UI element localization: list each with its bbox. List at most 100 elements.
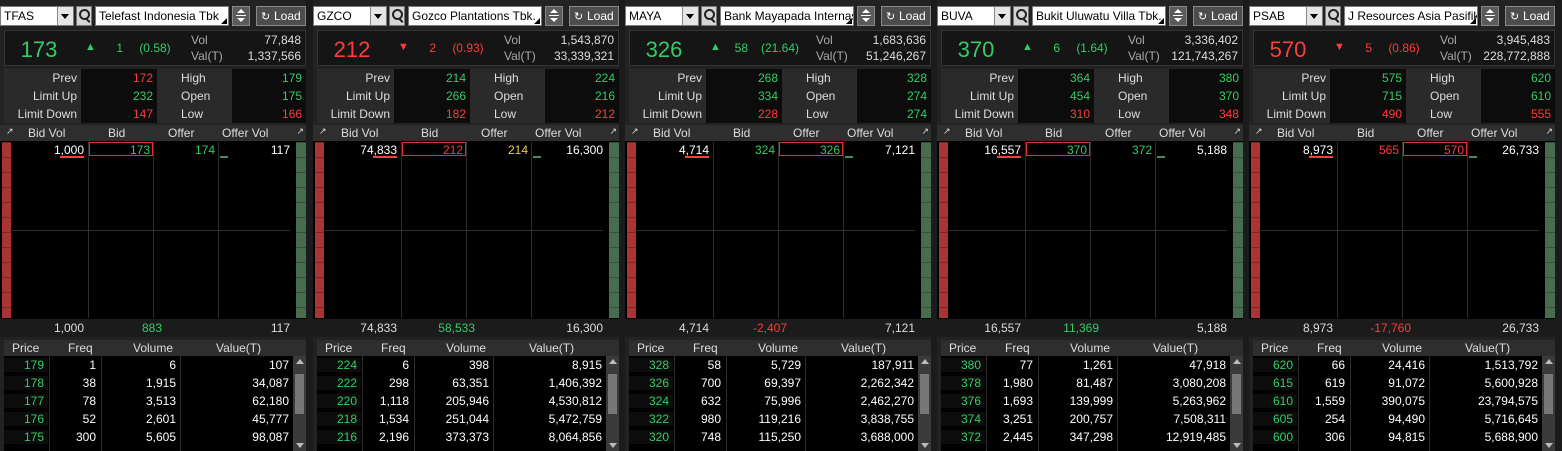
resize-icon[interactable]: ↗ — [1255, 126, 1263, 137]
search-button[interactable] — [76, 6, 92, 26]
table-row[interactable]: 176 52 2,601 45,777 — [4, 411, 292, 428]
table-row[interactable]: 380 77 1,261 47,918 — [941, 357, 1229, 374]
stock-name-field[interactable]: J Resources Asia Pasifik — [1344, 6, 1478, 26]
table-row[interactable]: 177 78 3,513 62,180 — [4, 393, 292, 410]
scroll-up-icon[interactable] — [1233, 359, 1241, 364]
table-scrollbar[interactable] — [1542, 356, 1555, 451]
table-row[interactable]: 324 632 75,996 2,462,270 — [629, 393, 917, 410]
resize-icon[interactable]: ↗ — [943, 126, 951, 137]
last-price: 370 — [957, 37, 995, 62]
scroll-down-icon[interactable] — [1233, 443, 1241, 448]
table-row[interactable]: 374 3,251 200,757 7,508,311 — [941, 411, 1229, 428]
trade-value: 4,530,812 — [548, 394, 602, 408]
chevron-down-icon[interactable] — [682, 7, 698, 25]
scroll-up-icon[interactable] — [921, 359, 929, 364]
load-button[interactable]: ↻ Load — [569, 6, 619, 26]
table-row[interactable]: 376 1,693 139,999 5,263,962 — [941, 393, 1229, 410]
load-button[interactable]: ↻ Load — [1193, 6, 1243, 26]
table-row[interactable]: 220 1,118 205,946 4,530,812 — [317, 393, 605, 410]
arrow-down-shape — [237, 18, 245, 22]
expand-collapse-button[interactable] — [857, 6, 875, 26]
scroll-up-icon[interactable] — [609, 359, 617, 364]
scroll-down-icon[interactable] — [296, 443, 304, 448]
scroll-up-icon[interactable] — [296, 359, 304, 364]
scroll-thumb[interactable] — [295, 374, 304, 414]
scroll-thumb[interactable] — [920, 374, 929, 414]
scroll-down-icon[interactable] — [1545, 443, 1553, 448]
table-row[interactable]: 224 6 398 8,915 — [317, 357, 605, 374]
stock-name-field[interactable]: Bukit Uluwatu Villa Tbk. — [1032, 6, 1166, 26]
chevron-down-icon[interactable] — [994, 7, 1010, 25]
trade-price: 178 — [4, 376, 48, 390]
resize-icon[interactable]: ↗ — [1545, 126, 1553, 137]
expand-collapse-button[interactable] — [1481, 6, 1499, 26]
resize-icon[interactable]: ↗ — [296, 126, 304, 137]
table-row[interactable]: 216 2,196 373,373 8,064,856 — [317, 429, 605, 446]
scroll-thumb[interactable] — [1544, 374, 1553, 414]
bid-volume: 1,000 — [53, 143, 84, 157]
chevron-down-icon[interactable] — [57, 7, 73, 25]
resize-icon[interactable]: ↗ — [921, 126, 929, 137]
scroll-down-icon[interactable] — [609, 443, 617, 448]
depth-tick — [315, 262, 324, 263]
trade-price: 380 — [941, 358, 985, 372]
table-row[interactable]: 610 1,559 390,075 23,794,575 — [1253, 393, 1541, 410]
search-button[interactable] — [1325, 6, 1341, 26]
resize-icon[interactable]: ↗ — [609, 126, 617, 137]
chevron-down-icon[interactable] — [370, 7, 386, 25]
stock-code-select[interactable]: TFAS — [0, 6, 74, 26]
trade-value: 3,838,755 — [860, 412, 914, 426]
trade-volume: 139,999 — [1069, 394, 1113, 408]
stock-code-select[interactable]: MAYA — [625, 6, 699, 26]
stock-name-field[interactable]: Gozco Plantations Tbk. — [408, 6, 542, 26]
search-button[interactable] — [1013, 6, 1029, 26]
scroll-up-icon[interactable] — [1545, 359, 1553, 364]
table-scrollbar[interactable] — [606, 356, 619, 451]
expand-collapse-button[interactable] — [232, 6, 250, 26]
table-row[interactable]: 372 2,445 347,298 12,919,485 — [941, 429, 1229, 446]
panel-toolbar: MAYA Bank Mayapada Internasional ↻Load — [625, 5, 931, 27]
table-row[interactable]: 615 619 91,072 5,600,928 — [1253, 375, 1541, 392]
table-row[interactable]: 175 300 5,605 98,087 — [4, 429, 292, 446]
resize-icon[interactable]: ↗ — [631, 126, 639, 137]
stock-code-select[interactable]: PSAB — [1249, 6, 1323, 26]
stock-name-field[interactable]: Telefast Indonesia Tbk — [95, 6, 229, 26]
table-scrollbar[interactable] — [918, 356, 931, 451]
load-button[interactable]: ↻ Load — [256, 6, 306, 26]
table-row[interactable]: 378 1,980 81,487 3,080,208 — [941, 375, 1229, 392]
resize-icon[interactable]: ↗ — [1233, 126, 1241, 137]
table-scrollbar[interactable] — [293, 356, 306, 451]
table-row[interactable]: 328 58 5,729 187,911 — [629, 357, 917, 374]
stock-name-field[interactable]: Bank Mayapada Internasional — [720, 6, 854, 26]
expand-collapse-button[interactable] — [1169, 6, 1187, 26]
scroll-thumb[interactable] — [1232, 374, 1241, 414]
percent-change: (0.86) — [1388, 41, 1420, 55]
table-scrollbar[interactable] — [1230, 356, 1243, 451]
stock-code-select[interactable]: BUVA — [937, 6, 1011, 26]
table-row[interactable]: 178 38 1,915 34,087 — [4, 375, 292, 392]
table-row[interactable]: 600 306 94,815 5,688,900 — [1253, 429, 1541, 446]
table-row[interactable]: 218 1,534 251,044 5,472,759 — [317, 411, 605, 428]
expand-collapse-button[interactable] — [545, 6, 563, 26]
table-row[interactable]: 179 1 6 107 — [4, 357, 292, 374]
stock-code-select[interactable]: GZCO — [313, 6, 387, 26]
table-row[interactable]: 620 66 24,416 1,513,792 — [1253, 357, 1541, 374]
load-button[interactable]: ↻ Load — [1505, 6, 1555, 26]
scroll-thumb[interactable] — [608, 374, 617, 414]
table-row[interactable]: 605 254 94,490 5,716,645 — [1253, 411, 1541, 428]
chevron-down-icon[interactable] — [1306, 7, 1322, 25]
search-button[interactable] — [701, 6, 717, 26]
resize-icon[interactable]: ↗ — [319, 126, 327, 137]
order-book: ↗ ↗ Bid Vol Bid Offer Offer Vol 4,714 324 326 7,1… — [625, 125, 931, 337]
search-button[interactable] — [389, 6, 405, 26]
table-row[interactable]: 326 700 69,397 2,262,342 — [629, 375, 917, 392]
scroll-down-icon[interactable] — [921, 443, 929, 448]
table-row[interactable]: 322 980 119,216 3,838,755 — [629, 411, 917, 428]
table-row[interactable]: 320 748 115,250 3,688,000 — [629, 429, 917, 446]
trade-frequency: 700 — [700, 376, 721, 390]
trade-volume: 373,373 — [445, 430, 489, 444]
table-row[interactable]: 222 298 63,351 1,406,392 — [317, 375, 605, 392]
resize-icon[interactable]: ↗ — [6, 126, 14, 137]
load-button[interactable]: ↻ Load — [881, 6, 931, 26]
depth-tick — [921, 292, 931, 293]
